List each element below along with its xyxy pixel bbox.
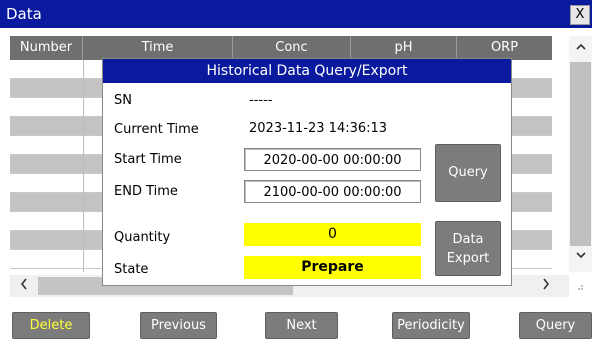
current-time-label: Current Time [114, 122, 199, 137]
column-header-number[interactable]: Number [10, 36, 83, 60]
sn-value: ----- [249, 93, 273, 108]
end-time-label: END Time [114, 184, 178, 199]
resize-grip-icon [575, 282, 585, 295]
current-time-value: 2023-11-23 14:36:13 [249, 121, 388, 136]
data-export-button[interactable]: Data Export [435, 221, 501, 276]
column-header-orp[interactable]: ORP [457, 36, 552, 60]
state-value: Prepare [244, 256, 421, 279]
quantity-label: Quantity [114, 230, 171, 245]
column-header-conc[interactable]: Conc [233, 36, 351, 60]
state-label: State [114, 262, 149, 277]
scroll-up-arrow-icon[interactable] [569, 41, 592, 57]
query-button[interactable]: Query [519, 312, 592, 339]
window-title: Data [6, 5, 42, 23]
dialog-title: Historical Data Query/Export [103, 59, 511, 83]
delete-button[interactable]: Delete [12, 312, 90, 339]
column-header-time[interactable]: Time [83, 36, 233, 60]
start-time-input[interactable]: 2020-00-00 00:00:00 [244, 148, 421, 171]
query-export-dialog: Historical Data Query/Export SN ----- Cu… [102, 58, 512, 286]
scroll-right-arrow-icon[interactable] [540, 276, 552, 296]
column-divider [83, 60, 84, 272]
vertical-scroll-thumb[interactable] [570, 62, 591, 246]
column-header-ph[interactable]: pH [351, 36, 457, 60]
scroll-left-arrow-icon[interactable] [18, 276, 30, 296]
previous-button[interactable]: Previous [140, 312, 217, 339]
dialog-query-button[interactable]: Query [435, 144, 501, 202]
vertical-scrollbar[interactable] [569, 36, 592, 272]
close-button[interactable]: X [570, 5, 590, 25]
end-time-input[interactable]: 2100-00-00 00:00:00 [244, 180, 421, 203]
table-header: Number Time Conc pH ORP [10, 36, 552, 60]
next-button[interactable]: Next [265, 312, 338, 339]
data-export-label-line2: Export [446, 251, 490, 266]
periodicity-button[interactable]: Periodicity [392, 312, 470, 339]
data-export-label-line1: Data [452, 232, 484, 247]
start-time-label: Start Time [114, 152, 182, 167]
quantity-value: 0 [244, 223, 421, 246]
sn-label: SN [114, 93, 132, 108]
window-titlebar: Data X [0, 0, 592, 28]
scroll-down-arrow-icon[interactable] [569, 249, 592, 265]
